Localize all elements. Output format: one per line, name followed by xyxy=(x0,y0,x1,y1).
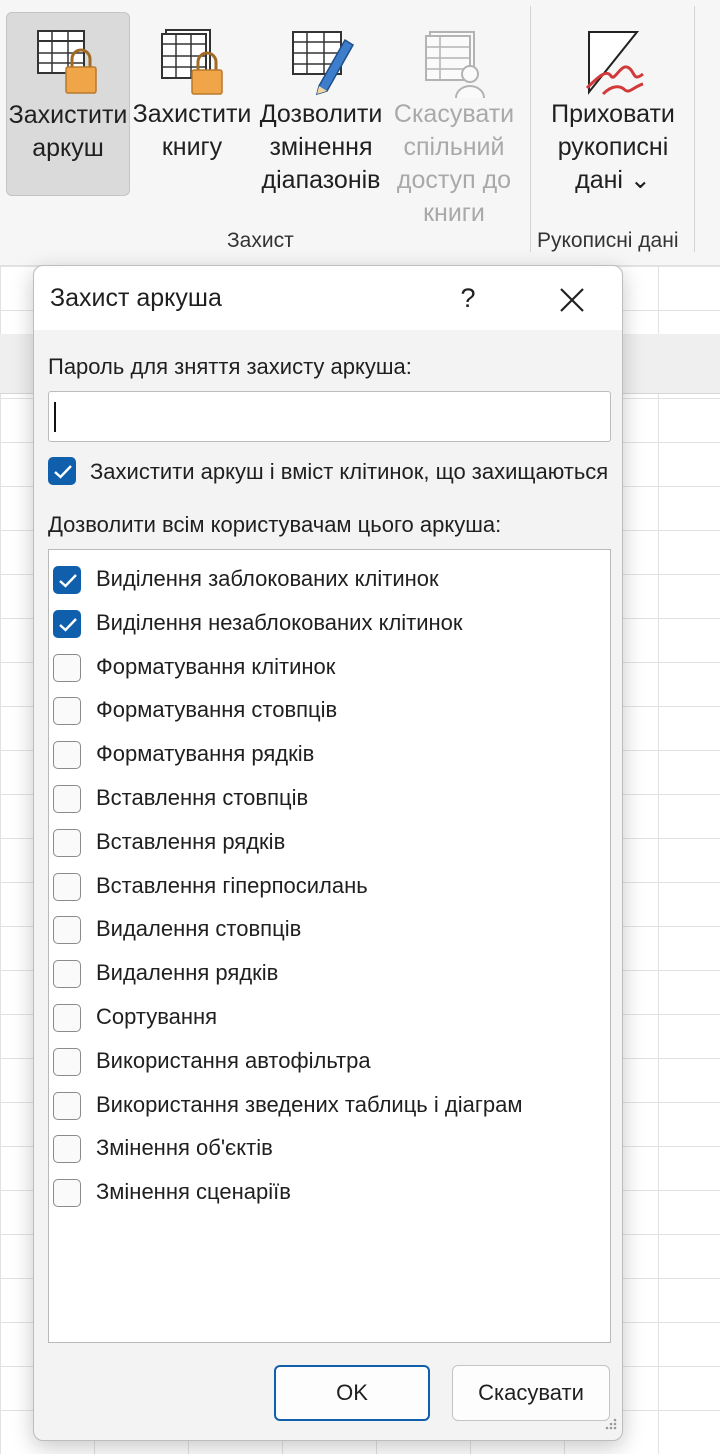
ribbon: Захистити аркуш Захистити книгу Дозволит… xyxy=(0,0,720,266)
protect-workbook-label: Захистити книгу xyxy=(132,100,252,161)
password-input[interactable] xyxy=(48,391,611,442)
cancel-button[interactable]: Скасувати xyxy=(452,1365,610,1421)
permission-option[interactable]: Видалення стовпців xyxy=(49,906,609,946)
permission-option[interactable]: Видалення рядків xyxy=(49,950,609,990)
permission-option[interactable]: Вставлення гіперпосилань xyxy=(49,863,609,903)
dialog-title: Захист аркуша xyxy=(50,284,222,312)
permission-label: Видалення стовпців xyxy=(96,916,302,942)
permission-option[interactable]: Форматування клітинок xyxy=(49,644,609,684)
close-icon xyxy=(560,288,584,312)
group-label-ink: Рукописні дані xyxy=(537,229,679,252)
permission-label: Використання автофільтра xyxy=(96,1047,371,1073)
protect-workbook-button[interactable]: Захистити книгу xyxy=(130,12,254,196)
password-label: Пароль для зняття захисту аркуша: xyxy=(48,354,412,379)
permission-checkbox[interactable] xyxy=(53,1091,81,1120)
permission-option[interactable]: Сортування xyxy=(49,994,609,1034)
checkmark-icon xyxy=(59,617,77,632)
checkmark-icon xyxy=(54,465,72,479)
text-caret xyxy=(54,402,56,432)
permission-checkbox[interactable] xyxy=(53,741,81,770)
unshare-workbook-icon xyxy=(425,31,485,99)
hide-ink-button[interactable]: Приховати рукописні дані ⌄ xyxy=(550,12,676,196)
permission-checkbox[interactable] xyxy=(53,872,81,901)
permission-option[interactable]: Використання автофільтра xyxy=(49,1038,609,1078)
protect-sheet-checkbox-label[interactable]: Захистити аркуш і вміст клітинок, що зах… xyxy=(90,459,608,485)
group-separator xyxy=(694,6,695,252)
unshare-workbook-label: Скасувати спільний доступ до книги xyxy=(393,100,515,227)
permission-option[interactable]: Змінення сценаріїв xyxy=(49,1169,609,1209)
hide-ink-label: Приховати рукописні дані ⌄ xyxy=(551,100,675,194)
permission-checkbox[interactable] xyxy=(53,609,81,638)
permission-option[interactable]: Вставлення стовпців xyxy=(49,775,609,815)
permission-label: Виділення незаблокованих клітинок xyxy=(96,609,463,635)
permission-label: Вставлення стовпців xyxy=(96,785,309,810)
permission-checkbox[interactable] xyxy=(53,1047,81,1076)
allow-edit-ranges-button[interactable]: Дозволити змінення діапазонів xyxy=(258,12,384,196)
protect-sheet-label: Захистити аркуш xyxy=(8,101,128,162)
permission-checkbox[interactable] xyxy=(53,1135,81,1164)
permission-label: Видалення рядків xyxy=(96,960,279,986)
permission-label: Форматування рядків xyxy=(96,741,315,767)
permission-checkbox[interactable] xyxy=(53,916,81,945)
allow-edit-ranges-icon xyxy=(292,31,355,96)
permission-checkbox[interactable] xyxy=(53,1179,81,1208)
permission-checkbox[interactable] xyxy=(53,785,81,813)
allow-edit-ranges-label: Дозволити змінення діапазонів xyxy=(259,100,383,194)
group-separator xyxy=(530,6,531,252)
permission-option[interactable]: Виділення незаблокованих клітинок xyxy=(49,600,609,640)
allow-users-label: Дозволити всім користувачам цього аркуша… xyxy=(48,512,502,537)
permission-label: Виділення заблокованих клітинок xyxy=(96,566,439,591)
group-label-protect: Захист xyxy=(227,229,294,252)
permission-option[interactable]: Форматування стовпців xyxy=(49,687,609,727)
permission-checkbox[interactable] xyxy=(53,697,81,726)
permission-option[interactable]: Форматування рядків xyxy=(49,731,609,771)
permission-label: Використання зведених таблиць і діаграм xyxy=(96,1091,523,1117)
protect-workbook-icon xyxy=(161,29,223,95)
permission-label: Форматування стовпців xyxy=(96,697,338,723)
permission-label: Вставлення гіперпосилань xyxy=(96,872,368,898)
permission-label: Змінення сценаріїв xyxy=(96,1179,291,1205)
permissions-list[interactable]: Виділення заблокованих клітинок Виділення… xyxy=(48,549,611,1343)
resize-grip-icon[interactable] xyxy=(602,1416,618,1432)
protect-sheet-button[interactable]: Захистити аркуш xyxy=(6,12,130,196)
unshare-workbook-button[interactable]: Скасувати спільний доступ до книги xyxy=(392,12,516,227)
permission-option[interactable]: Використання зведених таблиць і діаграм xyxy=(49,1082,609,1122)
protect-sheet-checkbox[interactable] xyxy=(48,457,76,485)
permission-checkbox[interactable] xyxy=(53,828,81,857)
permission-checkbox[interactable] xyxy=(53,1004,81,1032)
permission-option[interactable]: Вставлення рядків xyxy=(49,819,609,859)
help-button[interactable]: ? xyxy=(448,278,488,318)
permission-checkbox[interactable] xyxy=(53,960,81,989)
permission-label: Вставлення рядків xyxy=(96,828,286,854)
permission-label: Форматування клітинок xyxy=(96,653,336,679)
permission-checkbox[interactable] xyxy=(53,653,81,682)
protect-sheet-icon xyxy=(37,30,97,94)
permission-label: Сортування xyxy=(96,1004,218,1029)
permission-checkbox[interactable] xyxy=(53,566,81,594)
protect-sheet-dialog: Захист аркуша ? Пароль для зняття захист… xyxy=(33,265,623,1441)
dialog-titlebar: Захист аркуша ? xyxy=(34,266,622,330)
ok-button[interactable]: OK xyxy=(274,1365,430,1421)
permission-option[interactable]: Змінення об'єктів xyxy=(49,1125,609,1165)
close-button[interactable] xyxy=(550,278,594,322)
permission-option[interactable]: Виділення заблокованих клітинок xyxy=(49,556,609,596)
permission-label: Змінення об'єктів xyxy=(96,1135,273,1161)
hide-ink-icon xyxy=(585,31,644,96)
checkmark-icon xyxy=(59,574,77,588)
